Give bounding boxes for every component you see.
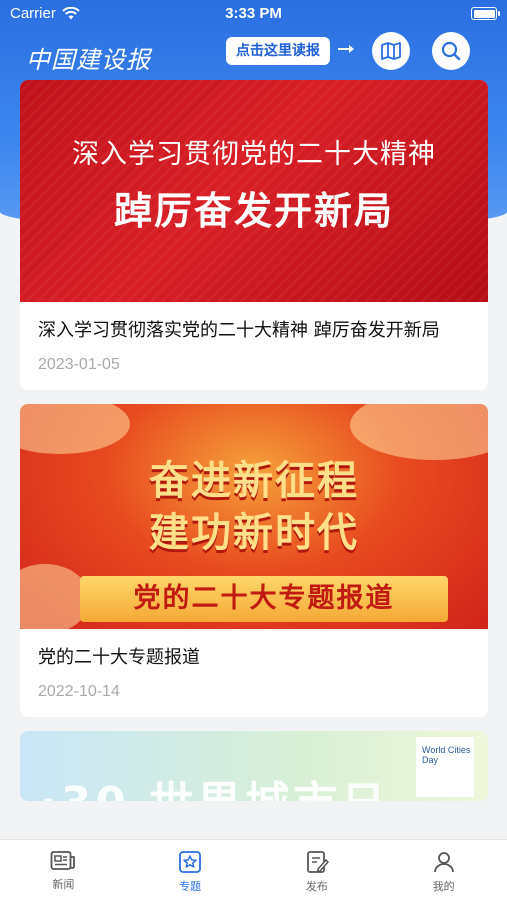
tab-news[interactable]: 新闻 [0,840,127,900]
banner-text: ·30 世界城市日 [40,767,389,801]
card-body: 深入学习贯彻落实党的二十大精神 踔厉奋发开新局 2023-01-05 [20,302,488,390]
search-button[interactable] [432,32,470,70]
app-logo: 中国建设报 [26,46,151,74]
tab-profile[interactable]: 我的 [380,840,507,900]
search-icon [441,41,461,61]
arrow-right-icon [338,45,354,53]
tab-label: 新闻 [52,878,75,891]
card-banner: 奋进新征程 建功新时代 党的二十大专题报道 [20,404,488,629]
card-date: 2023-01-05 [38,356,120,373]
card-body: 党的二十大专题报道 2022-10-14 [20,629,488,717]
cloud-decoration [20,404,130,454]
banner-line1: 奋进新征程 [149,458,359,504]
tab-topics[interactable]: 专题 [127,840,254,900]
banner-line2: 踔厉奋发开新局 [113,189,394,233]
banner-ribbon: 党的二十大专题报道 [80,576,448,622]
card-banner: 深入学习贯彻党的二十大精神 踔厉奋发开新局 [20,80,488,302]
topic-card[interactable]: 奋进新征程 建功新时代 党的二十大专题报道 党的二十大专题报道 2022-10-… [20,404,488,717]
top-nav: 中国建设报 点击这里读报 [0,28,507,76]
topic-card[interactable]: ·30 世界城市日 World Cities Day [20,731,488,801]
card-title: 党的二十大专题报道 [38,647,200,668]
map-button[interactable] [372,32,410,70]
status-time: 3:33 PM [225,5,282,22]
world-cities-day-badge: World Cities Day [416,737,474,797]
newspaper-icon [50,851,76,870]
card-banner: ·30 世界城市日 World Cities Day [20,731,488,801]
tab-publish[interactable]: 发布 [254,840,381,900]
topic-feed: 深入学习贯彻党的二十大精神 踔厉奋发开新局 深入学习贯彻落实党的二十大精神 踔厉… [20,80,488,815]
banner-line2: 建功新时代 [149,510,359,556]
person-icon [433,852,454,873]
status-bar: Carrier 3:33 PM [0,0,507,28]
battery-icon [471,7,500,20]
tab-label: 发布 [305,880,328,893]
star-icon [179,851,202,873]
card-title: 深入学习贯彻落实党的二十大精神 踔厉奋发开新局 [38,320,440,341]
tab-label: 专题 [179,880,202,893]
edit-icon [306,851,329,873]
tab-label: 我的 [432,880,455,893]
card-date: 2022-10-14 [38,683,120,700]
bottom-tab-bar: 新闻 专题 发布 我的 [0,839,507,900]
map-icon [381,42,401,60]
read-paper-button[interactable]: 点击这里读报 [226,37,330,65]
banner-line1: 深入学习贯彻党的二十大精神 [72,139,436,170]
topic-card[interactable]: 深入学习贯彻党的二十大精神 踔厉奋发开新局 深入学习贯彻落实党的二十大精神 踔厉… [20,80,488,390]
